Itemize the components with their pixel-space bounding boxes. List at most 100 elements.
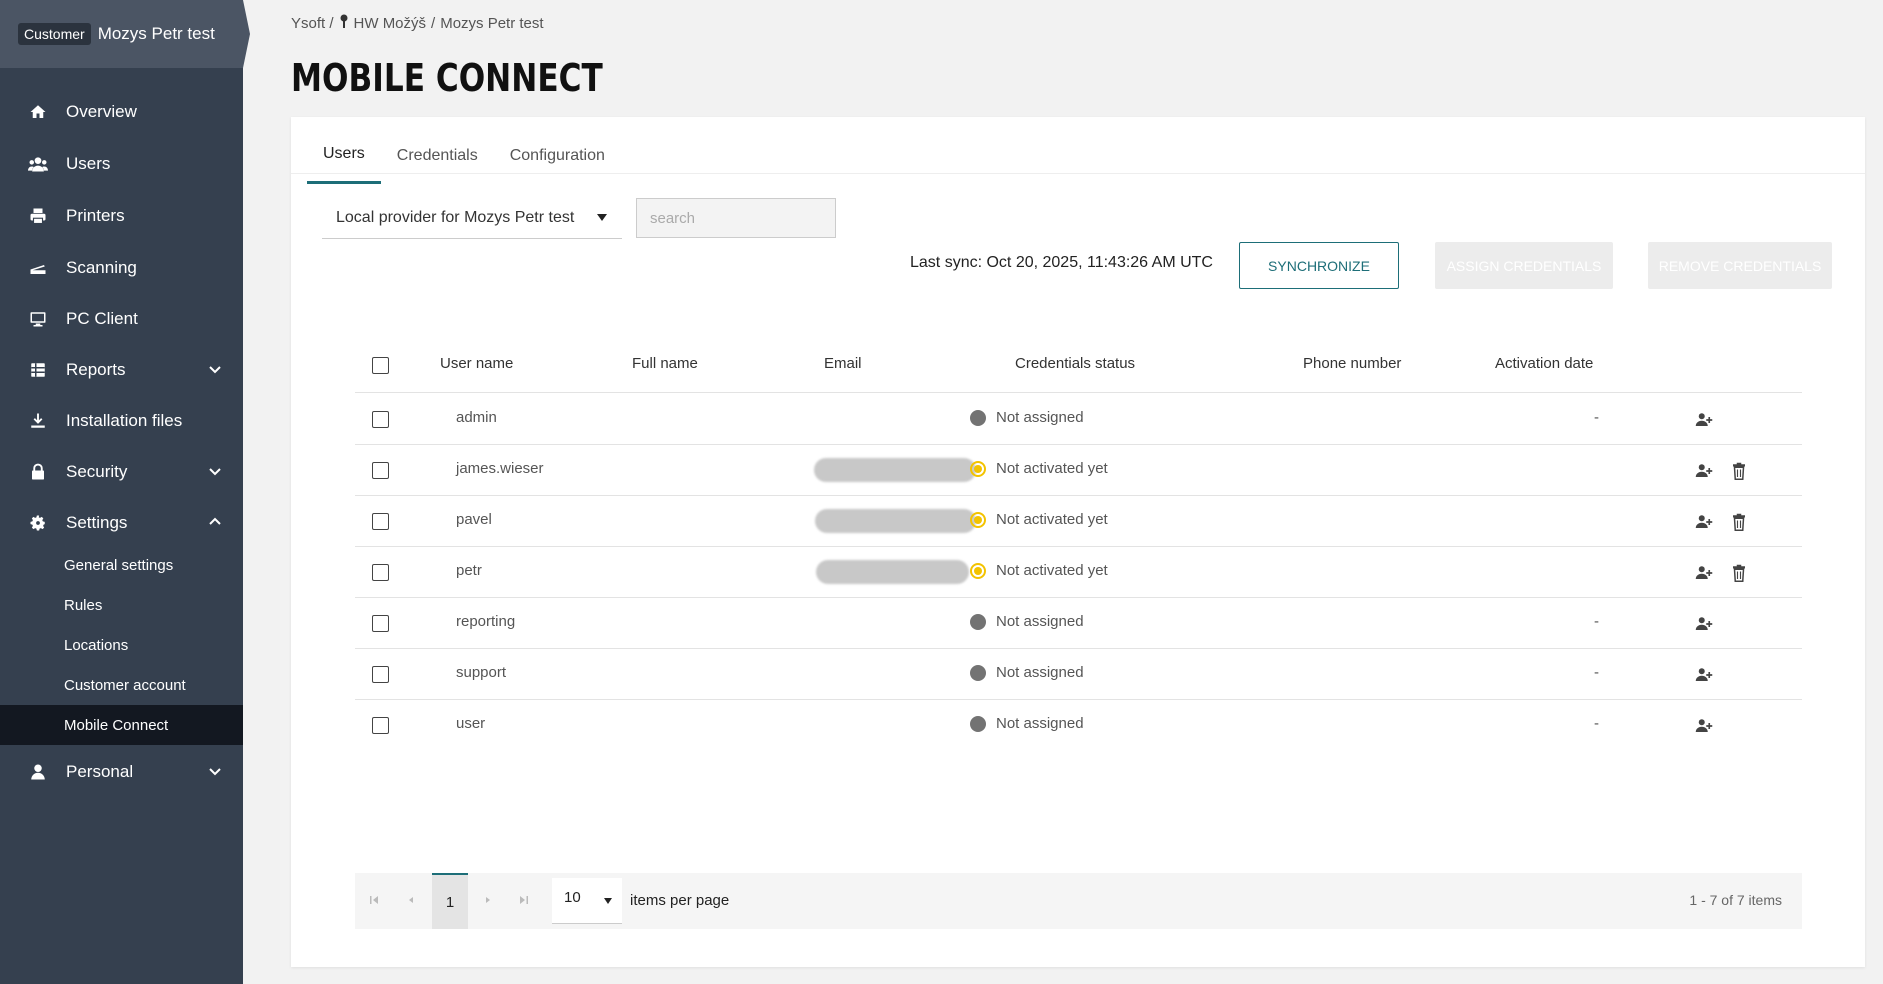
row-checkbox[interactable] <box>372 615 389 632</box>
customer-name: Mozys Petr test <box>97 24 215 43</box>
page-size-value: 10 <box>564 889 581 906</box>
delete-icon[interactable] <box>1731 462 1749 480</box>
column-header-full-name[interactable]: Full name <box>632 355 698 372</box>
scanner-icon <box>28 258 48 278</box>
assign-user-icon[interactable] <box>1695 666 1713 684</box>
status-text: Not assigned <box>996 715 1084 732</box>
status-text: Not activated yet <box>996 460 1108 477</box>
user-name-cell: james.wieser <box>456 460 544 477</box>
status-not-assigned-icon <box>970 664 986 681</box>
sidebar-subitem-customer-account[interactable]: Customer account <box>0 665 243 705</box>
status-pending-icon <box>970 562 986 579</box>
row-checkbox[interactable] <box>372 462 389 479</box>
search-input[interactable] <box>636 198 836 238</box>
sidebar-item-label: Settings <box>66 513 128 532</box>
row-checkbox[interactable] <box>372 564 389 581</box>
column-header-email[interactable]: Email <box>824 355 862 372</box>
first-page-icon[interactable] <box>369 893 383 907</box>
page-size-select[interactable]: 10 <box>552 878 622 924</box>
monitor-icon <box>28 309 48 329</box>
tab-bar: Users Credentials Configuration <box>307 127 621 184</box>
delete-icon[interactable] <box>1731 513 1749 531</box>
status-text: Not assigned <box>996 613 1084 630</box>
sidebar-item-printers[interactable]: Printers <box>0 194 243 238</box>
email-redacted <box>816 560 969 584</box>
column-header-phone-number[interactable]: Phone number <box>1303 355 1401 372</box>
sidebar-item-settings[interactable]: Settings <box>0 501 243 545</box>
assign-user-icon[interactable] <box>1695 513 1713 531</box>
row-checkbox[interactable] <box>372 411 389 428</box>
sidebar-item-security[interactable]: Security <box>0 450 243 494</box>
column-header-user-name[interactable]: User name <box>440 355 513 372</box>
breadcrumb: Ysoft / HW Možýš / Mozys Petr test <box>291 14 544 32</box>
chevron-down-icon <box>207 463 223 479</box>
breadcrumb-location[interactable]: HW Možýš <box>354 15 427 32</box>
row-checkbox[interactable] <box>372 513 389 530</box>
home-icon <box>28 102 48 122</box>
last-page-icon[interactable] <box>517 893 531 907</box>
gear-icon <box>28 513 48 533</box>
chevron-down-icon <box>207 763 223 779</box>
tab-configuration[interactable]: Configuration <box>494 127 621 184</box>
credentials-status: Not activated yet <box>970 511 1108 528</box>
sidebar-item-reports[interactable]: Reports <box>0 348 243 392</box>
breadcrumb-separator: / <box>431 14 436 32</box>
assign-user-icon[interactable] <box>1695 615 1713 633</box>
sidebar-subitem-general-settings[interactable]: General settings <box>0 545 243 585</box>
table-row: petr Not activated yet <box>355 547 1802 598</box>
sidebar-item-overview[interactable]: Overview <box>0 90 243 134</box>
phone-cell: - <box>1594 409 1599 426</box>
table-row: admin Not assigned - <box>355 394 1802 445</box>
row-checkbox[interactable] <box>372 717 389 734</box>
sidebar-item-users[interactable]: Users <box>0 142 243 186</box>
delete-icon[interactable] <box>1731 564 1749 582</box>
table-header: User name Full name Email Credentials st… <box>355 337 1802 393</box>
status-not-assigned-icon <box>970 715 986 732</box>
phone-cell: - <box>1594 664 1599 681</box>
tab-users[interactable]: Users <box>307 127 381 184</box>
pagination: 1 10 items per page 1 - 7 of 7 items <box>355 873 1802 929</box>
provider-select[interactable]: Local provider for Mozys Petr test <box>322 197 622 239</box>
sidebar-item-label: Users <box>66 154 111 173</box>
next-page-icon[interactable] <box>482 893 496 907</box>
remove-credentials-button[interactable]: REMOVE CREDENTIALS <box>1648 242 1832 289</box>
previous-page-icon[interactable] <box>405 893 419 907</box>
select-all-checkbox[interactable] <box>372 357 389 374</box>
assign-user-icon[interactable] <box>1695 462 1713 480</box>
sidebar-item-scanning[interactable]: Scanning <box>0 246 243 290</box>
sidebar-item-pc-client[interactable]: PC Client <box>0 297 243 341</box>
sidebar-subitem-rules[interactable]: Rules <box>0 585 243 625</box>
sidebar-item-installation-files[interactable]: Installation files <box>0 399 243 443</box>
column-header-activation-date[interactable]: Activation date <box>1495 355 1593 372</box>
sidebar-item-label: Installation files <box>66 411 183 430</box>
status-text: Not assigned <box>996 409 1084 426</box>
sidebar: Customer Mozys Petr test Overview Users … <box>0 0 250 984</box>
breadcrumb-current: Mozys Petr test <box>440 14 544 32</box>
chevron-down-icon <box>207 361 223 377</box>
items-per-page-label: items per page <box>630 892 730 909</box>
user-name-cell: pavel <box>456 511 492 528</box>
tab-credentials[interactable]: Credentials <box>381 127 494 184</box>
row-checkbox[interactable] <box>372 666 389 683</box>
assign-user-icon[interactable] <box>1695 411 1713 429</box>
location-pin-icon <box>339 14 349 32</box>
user-name-cell: support <box>456 664 507 681</box>
credentials-status: Not activated yet <box>970 460 1108 477</box>
sidebar-subitem-mobile-connect[interactable]: Mobile Connect <box>0 705 243 745</box>
assign-user-icon[interactable] <box>1695 717 1713 735</box>
content-card: Users Credentials Configuration Local pr… <box>291 117 1865 967</box>
assign-user-icon[interactable] <box>1695 564 1713 582</box>
sidebar-item-label: PC Client <box>66 309 138 328</box>
breadcrumb-root[interactable]: Ysoft / <box>291 15 334 32</box>
assign-credentials-button[interactable]: ASSIGN CREDENTIALS <box>1435 242 1613 289</box>
column-header-credentials-status[interactable]: Credentials status <box>1015 355 1135 372</box>
chevron-up-icon <box>207 514 223 530</box>
customer-switcher[interactable]: Customer Mozys Petr test <box>0 0 250 68</box>
sidebar-subitem-locations[interactable]: Locations <box>0 625 243 665</box>
email-redacted <box>815 509 976 533</box>
page-number-current[interactable]: 1 <box>432 873 468 929</box>
user-name-cell: reporting <box>456 613 516 630</box>
sidebar-item-label: Security <box>66 462 128 481</box>
synchronize-button[interactable]: SYNCHRONIZE <box>1239 242 1399 289</box>
sidebar-item-personal[interactable]: Personal <box>0 750 243 794</box>
